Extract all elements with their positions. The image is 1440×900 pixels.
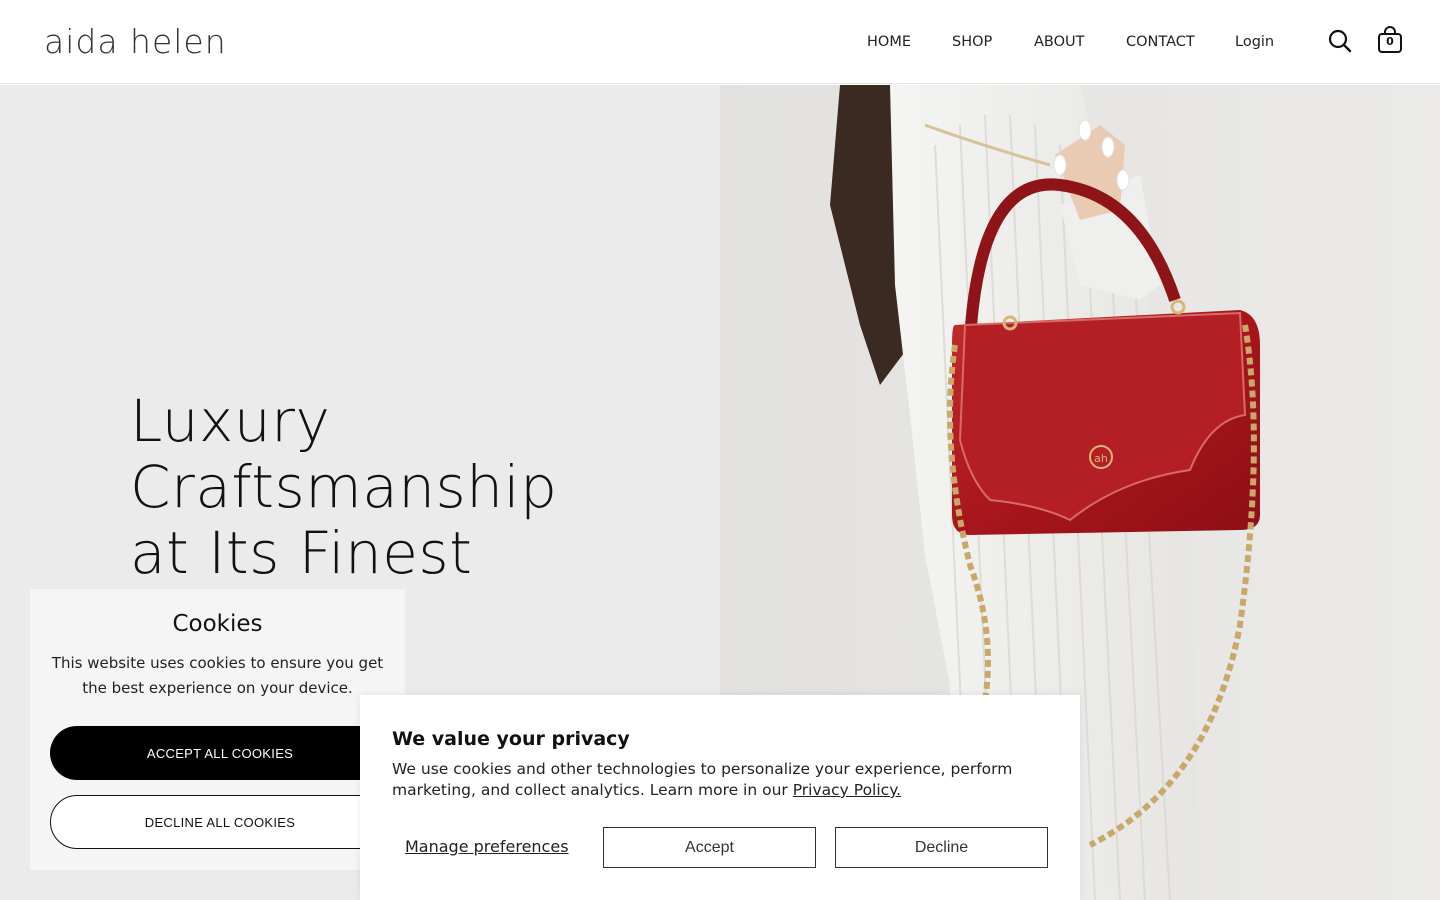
nav-home[interactable]: HOME: [867, 31, 911, 53]
hero-title-line-2: Craftsmanship: [130, 453, 558, 521]
cart-count: 0: [1386, 35, 1394, 48]
decline-all-cookies-button[interactable]: DECLINE ALL COOKIES: [50, 795, 390, 849]
cookie-text: This website uses cookies to ensure you …: [51, 654, 384, 697]
privacy-policy-link[interactable]: Privacy Policy.: [793, 781, 901, 799]
cookie-panel: Cookies This website uses cookies to ens…: [30, 589, 405, 870]
hero-title-line-1: Luxury: [130, 387, 331, 455]
nav-login[interactable]: Login: [1235, 31, 1274, 53]
hero-title-line-3: at Its Finest: [130, 519, 473, 587]
brand-logo[interactable]: aida helen: [44, 22, 227, 62]
svg-text:ah: ah: [1094, 452, 1108, 465]
hero-title: Luxury Craftsmanship at Its Finest: [130, 388, 690, 586]
privacy-body: We use cookies and other technologies to…: [392, 760, 1013, 799]
privacy-text: We use cookies and other technologies to…: [392, 759, 1052, 801]
decline-button[interactable]: Decline: [835, 827, 1048, 868]
cookie-title: Cookies: [172, 611, 263, 637]
site-header: aida helen HOME SHOP ABOUT CONTACT Login…: [0, 0, 1440, 84]
shopping-bag-icon[interactable]: 0: [1377, 26, 1403, 54]
nav-contact[interactable]: CONTACT: [1126, 31, 1195, 53]
nav-shop[interactable]: SHOP: [952, 31, 992, 53]
accept-button[interactable]: Accept: [603, 827, 816, 868]
manage-preferences-link[interactable]: Manage preferences: [405, 836, 569, 858]
nav-about[interactable]: ABOUT: [1034, 31, 1085, 53]
accept-all-cookies-button[interactable]: ACCEPT ALL COOKIES: [50, 726, 390, 780]
privacy-title: We value your privacy: [392, 728, 630, 750]
privacy-dialog: We value your privacy We use cookies and…: [360, 695, 1080, 900]
search-icon[interactable]: [1328, 29, 1352, 53]
